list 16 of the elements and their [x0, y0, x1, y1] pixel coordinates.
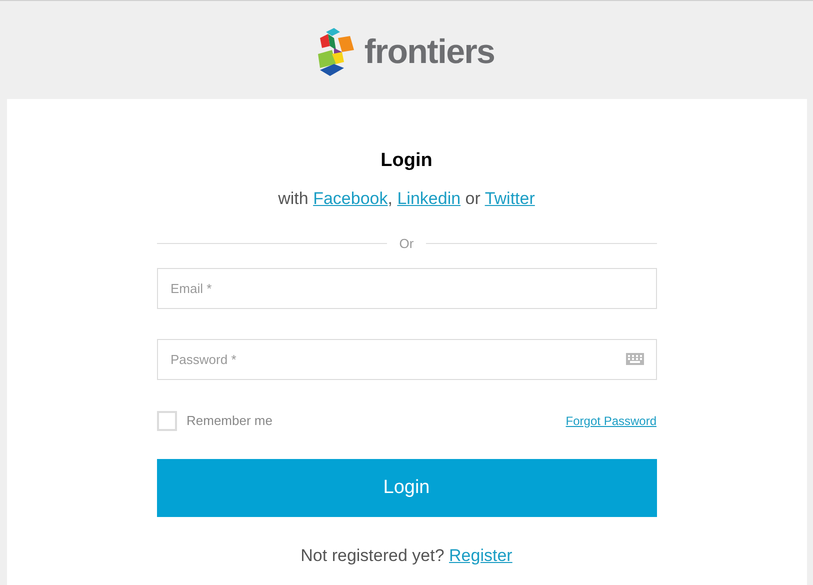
password-field[interactable]: Password * — [156, 339, 656, 380]
forgot-password-link[interactable]: Forgot Password — [566, 412, 656, 430]
register-text: Not registered yet? Register — [300, 545, 512, 567]
facebook-link[interactable]: Facebook — [313, 189, 388, 208]
twitter-link[interactable]: Twitter — [484, 189, 535, 208]
login-button[interactable]: Login — [156, 459, 656, 517]
linkedin-link[interactable]: Linkedin — [397, 189, 461, 208]
login-title: Login — [380, 151, 432, 170]
remember-label: Remember me — [186, 412, 272, 430]
remember-checkbox[interactable] — [156, 411, 176, 431]
keyboard-icon[interactable] — [626, 353, 644, 365]
register-link[interactable]: Register — [449, 546, 512, 565]
divider-label: Or — [398, 234, 415, 252]
social-login-text: with Facebook, Linkedin or Twitter — [278, 188, 535, 210]
brand-name: frontiers — [364, 32, 495, 72]
email-field[interactable]: Email * — [156, 268, 656, 309]
